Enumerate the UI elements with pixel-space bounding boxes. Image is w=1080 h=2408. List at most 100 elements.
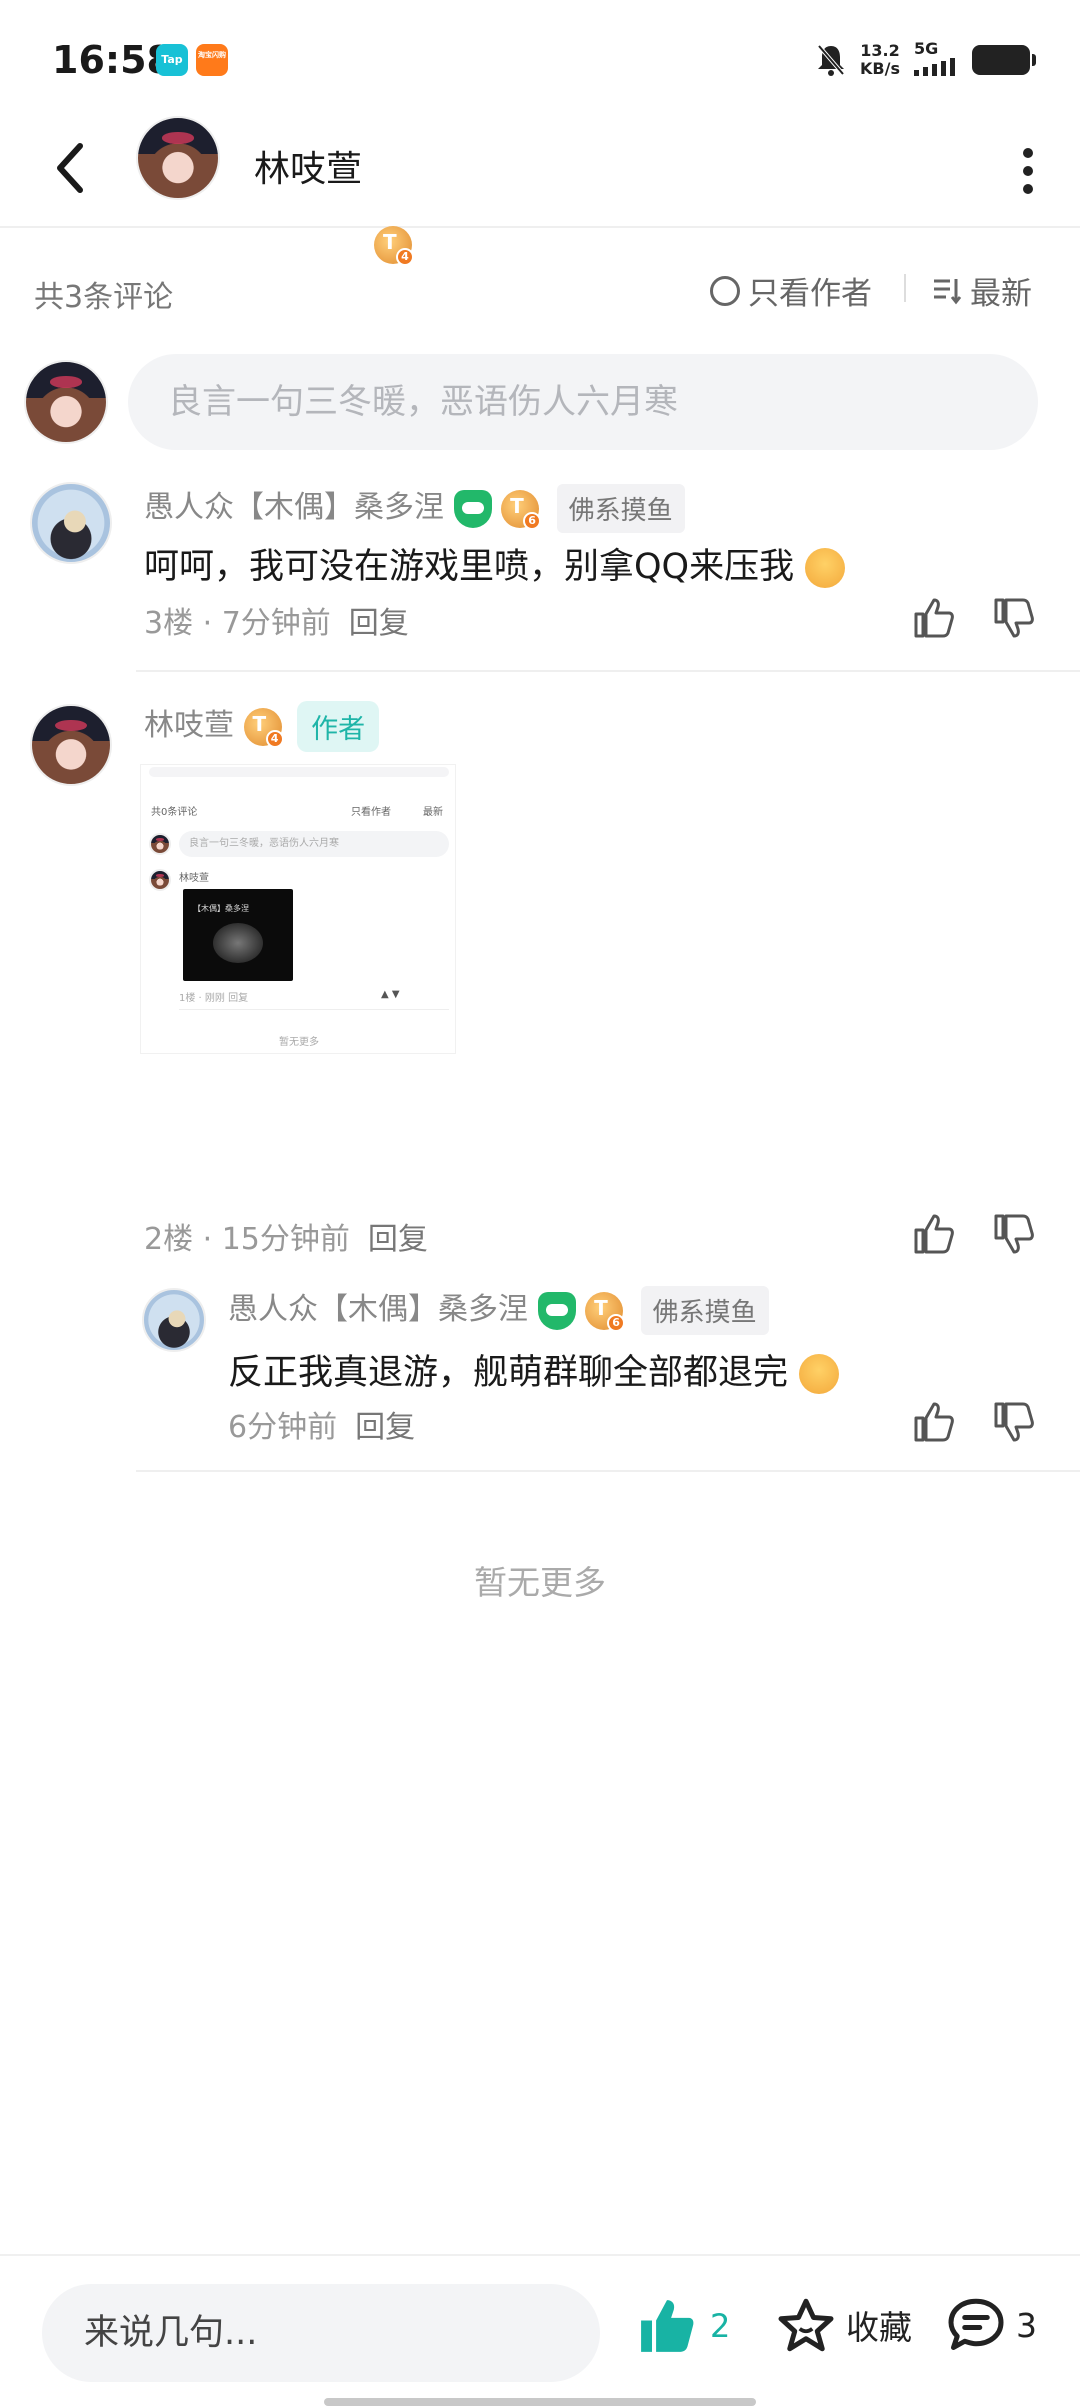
comment-image[interactable]: 共0条评论 只看作者 最新 良言一句三冬暖，恶语伤人六月寒 林吱萱 【木偶】桑多… — [140, 764, 456, 1054]
clock: 16:58 — [52, 38, 173, 82]
network-type: 5G — [914, 39, 939, 58]
emoji-icon — [805, 548, 846, 588]
floor-time: 3楼 · 7分钟前 — [144, 606, 331, 641]
comment-meta: 2楼 · 15分钟前 回复 — [144, 1214, 428, 1258]
shop-app-icon: 淘宝闪购 — [196, 44, 228, 76]
like-count: 2 — [710, 2307, 731, 2345]
comment-filter-bar: 共3条评论 只看作者 最新 — [0, 250, 1080, 330]
commenter-name[interactable]: 愚人众【木偶】桑多涅 — [144, 490, 444, 525]
signal-5g: 5G — [914, 40, 958, 80]
thumbs-down-icon[interactable] — [992, 1400, 1036, 1444]
commenter-name[interactable]: 林吱萱 — [144, 708, 234, 743]
image-meta-row: 1楼 · 刚刚 回复 — [179, 989, 248, 1004]
net-speed: 13.2 KB/s — [860, 42, 900, 78]
thumbs-down-icon[interactable] — [992, 596, 1036, 640]
status-icons: 13.2 KB/s 5G — [816, 40, 1036, 80]
level-badge-icon: T6 — [585, 1291, 626, 1332]
reply-button[interactable]: 回复 — [368, 1222, 428, 1257]
back-arrow-icon[interactable] — [50, 138, 90, 198]
tap-app-icon: Tap — [156, 44, 188, 76]
sort-icon — [934, 278, 962, 304]
silent-bell-icon — [817, 44, 845, 76]
comment-meta: 3楼 · 7分钟前 回复 — [144, 598, 409, 642]
sort-toggle[interactable]: 最新 — [932, 268, 1032, 313]
emoji-icon — [799, 1354, 840, 1394]
comment-text: 呵呵，我可没在游戏里喷，别拿QQ来压我 — [144, 547, 795, 587]
image-inner-picture: 【木偶】桑多涅 — [183, 889, 293, 981]
commenter-name-row: 林吱萱 T4 作者 — [144, 700, 380, 752]
commenter-name-row: 愚人众【木偶】桑多涅 T6 佛系摸鱼 — [228, 1284, 769, 1335]
bottom-action-bar: 来说几句... 2 收藏 3 — [0, 2254, 1080, 2408]
home-indicator[interactable] — [324, 2398, 756, 2406]
only-author-toggle[interactable]: 只看作者 — [710, 268, 872, 313]
divider — [136, 670, 1080, 672]
battery-icon — [972, 45, 1036, 75]
divider — [136, 1470, 1080, 1472]
thumbs-up-icon[interactable] — [912, 1212, 956, 1256]
bottom-comment-input[interactable]: 来说几句... — [42, 2284, 600, 2382]
thumbs-up-icon[interactable] — [912, 596, 956, 640]
thumbs-up-icon[interactable] — [912, 1400, 956, 1444]
image-reply-text: 回复 — [228, 993, 249, 1004]
level-number: 6 — [607, 1313, 626, 1332]
status-bar: 16:58 Tap 淘宝闪购 13.2 KB/s 5G — [0, 0, 1080, 112]
thumbs-up-filled-icon — [641, 2300, 694, 2352]
commenter-avatar[interactable] — [30, 482, 112, 564]
top-nav: 林吱萱 T4 — [0, 112, 1080, 266]
author-tag: 作者 — [297, 701, 380, 752]
game-badge-icon — [453, 489, 492, 528]
my-avatar — [24, 360, 108, 444]
sort-label: 最新 — [970, 276, 1032, 312]
author-avatar[interactable] — [136, 116, 220, 200]
image-figure — [213, 923, 263, 963]
game-badge-icon — [537, 1291, 576, 1330]
image-only-author-text: 只看作者 — [351, 807, 391, 818]
net-speed-unit: KB/s — [860, 59, 900, 78]
author-name[interactable]: 林吱萱 — [254, 140, 362, 192]
floor-time: 2楼 · 15分钟前 — [144, 1222, 350, 1257]
thumbs-down-icon[interactable] — [992, 1212, 1036, 1256]
image-meta-text: 1楼 · 刚刚 — [179, 993, 225, 1004]
image-avatar — [149, 833, 171, 855]
comment-meta: 6分钟前 回复 — [228, 1402, 415, 1446]
only-author-label: 只看作者 — [748, 276, 872, 312]
commenter-avatar[interactable] — [30, 704, 112, 786]
comment-input[interactable]: 良言一句三冬暖，恶语伤人六月寒 — [128, 354, 1038, 450]
image-caption: 【木偶】桑多涅 — [193, 904, 249, 913]
image-avatar — [149, 869, 171, 891]
comment-text-row: 呵呵，我可没在游戏里喷，别拿QQ来压我 — [144, 538, 846, 589]
more-options-icon[interactable] — [1022, 148, 1034, 194]
no-more-text: 暂无更多 — [474, 1563, 606, 1602]
reply-time: 6分钟前 — [228, 1410, 338, 1445]
signal-icon — [914, 58, 955, 76]
image-user-text: 林吱萱 — [179, 873, 209, 884]
reply-button[interactable]: 回复 — [349, 606, 409, 641]
radio-circle-icon — [710, 275, 740, 306]
comment-text: 反正我真退游，舰萌群聊全部都退完 — [228, 1353, 789, 1393]
comment-count-bottom: 3 — [1016, 2305, 1037, 2345]
level-number: 4 — [265, 729, 284, 748]
image-nomore-text: 暂无更多 — [279, 1037, 319, 1048]
comment-count: 共3条评论 — [34, 280, 174, 315]
like-button[interactable]: 2 — [636, 2296, 730, 2356]
favorite-label: 收藏 — [846, 2308, 912, 2347]
comments-button[interactable]: 3 — [946, 2296, 1037, 2354]
comment-bubble-icon — [948, 2298, 1004, 2350]
favorite-button[interactable]: 收藏 — [776, 2296, 912, 2354]
image-input-text: 良言一句三冬暖，恶语伤人六月寒 — [179, 831, 449, 857]
level-number: 6 — [523, 511, 542, 530]
reply-button[interactable]: 回复 — [355, 1410, 415, 1445]
level-badge-icon: T4 — [243, 707, 284, 748]
divider — [904, 274, 906, 302]
image-sort-text: 最新 — [423, 807, 443, 818]
commenter-name-row: 愚人众【木偶】桑多涅 T6 佛系摸鱼 — [144, 482, 685, 533]
image-count-text: 共0条评论 — [151, 807, 198, 818]
net-speed-value: 13.2 — [860, 41, 900, 60]
commenter-avatar[interactable] — [142, 1288, 206, 1352]
image-vote-icons: ▲ ▼ — [381, 989, 400, 1000]
commenter-name[interactable]: 愚人众【木偶】桑多涅 — [228, 1292, 528, 1327]
level-badge-icon: T6 — [501, 489, 542, 530]
user-tag: 佛系摸鱼 — [640, 1286, 769, 1335]
star-icon — [778, 2298, 834, 2352]
comment-text-row: 反正我真退游，舰萌群聊全部都退完 — [228, 1344, 840, 1395]
